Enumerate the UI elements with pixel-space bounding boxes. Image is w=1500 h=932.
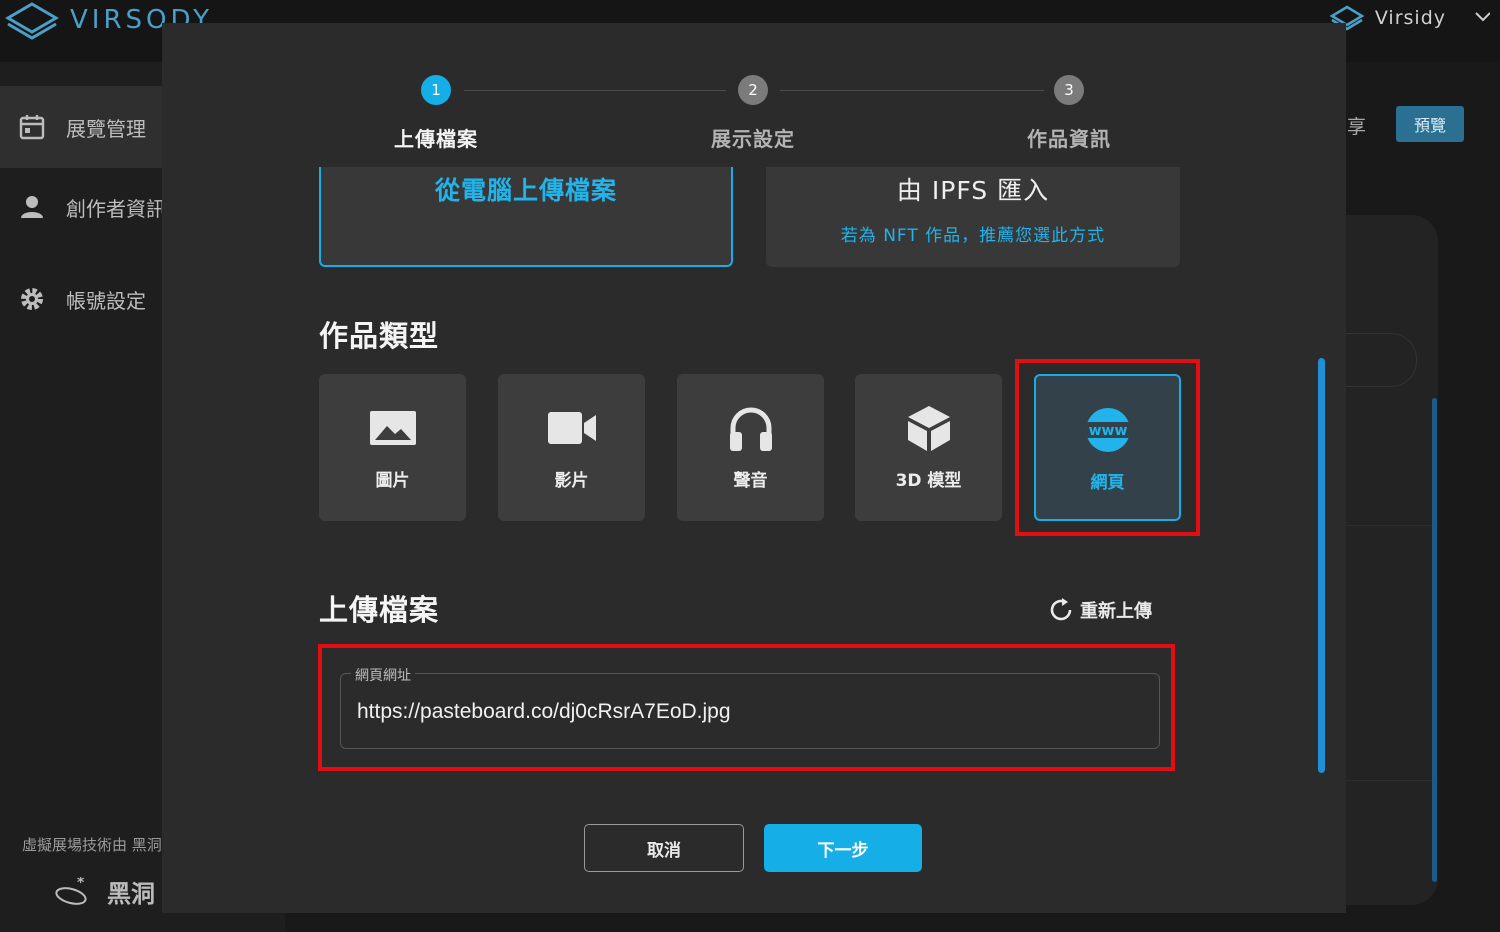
next-step-button[interactable]: 下一步 — [764, 824, 922, 872]
footer-brand-name: 黑洞 — [107, 880, 155, 908]
step-artwork-info: 3 作品資訊 — [969, 75, 1169, 152]
step-label: 作品資訊 — [1027, 127, 1111, 151]
calendar-icon — [18, 113, 46, 141]
sidebar-footer-text: 虛擬展場技術由 黑洞 — [22, 836, 162, 854]
upload-modal: 從電腦上傳檔案 由 IPFS 匯入 若為 NFT 作品，推薦您選此方式 1 上傳… — [162, 23, 1346, 913]
background-divider — [1346, 780, 1438, 781]
step-display-settings: 2 展示設定 — [653, 75, 853, 152]
user-menu[interactable]: Virsidy — [1329, 4, 1490, 32]
cancel-button[interactable]: 取消 — [584, 824, 744, 872]
step-label: 展示設定 — [711, 127, 795, 151]
image-icon — [369, 404, 417, 452]
import-from-ipfs-title: 由 IPFS 匯入 — [896, 176, 1050, 205]
headphones-icon — [728, 404, 774, 452]
step-number: 1 — [421, 75, 451, 105]
sidebar-footer-brand[interactable]: * 黑洞 — [55, 874, 155, 909]
refresh-icon — [1050, 598, 1072, 621]
black-hole-logo-icon: * — [55, 877, 87, 905]
stepper: 1 上傳檔案 2 展示設定 3 作品資訊 — [162, 23, 1346, 163]
svg-text:*: * — [77, 877, 85, 891]
type-label: 圖片 — [375, 471, 410, 491]
gear-icon — [18, 285, 46, 313]
preview-button[interactable]: 預覽 — [1396, 106, 1464, 142]
modal-scrollbar[interactable] — [1318, 358, 1325, 773]
upload-from-computer-title: 從電腦上傳檔案 — [434, 176, 617, 205]
step-label: 上傳檔案 — [394, 127, 478, 151]
type-label: 3D 模型 — [895, 471, 962, 491]
step-upload-file: 1 上傳檔案 — [336, 75, 536, 152]
person-icon — [18, 193, 46, 221]
sidebar-item-label: 創作者資訊 — [66, 196, 166, 221]
type-label: 影片 — [554, 471, 589, 491]
background-divider — [1346, 525, 1438, 526]
type-option-image[interactable]: 圖片 — [319, 374, 466, 521]
reupload-button[interactable]: 重新上傳 — [1048, 597, 1152, 623]
import-from-ipfs-hint: 若為 NFT 作品，推薦您選此方式 — [840, 226, 1106, 246]
type-option-video[interactable]: 影片 — [498, 374, 645, 521]
chevron-down-icon — [1475, 12, 1490, 22]
share-text[interactable]: 享 — [1347, 112, 1366, 139]
cube-icon — [905, 404, 953, 452]
step-number: 3 — [1054, 75, 1084, 105]
highlight-box-url-field — [318, 644, 1175, 771]
type-option-3d-model[interactable]: 3D 模型 — [855, 374, 1002, 521]
upload-from-computer-option[interactable]: 從電腦上傳檔案 — [319, 167, 733, 267]
upload-file-title: 上傳檔案 — [319, 593, 440, 627]
user-name: Virsidy — [1374, 7, 1446, 29]
sidebar-item-label: 展覽管理 — [66, 116, 146, 141]
type-option-audio[interactable]: 聲音 — [677, 374, 824, 521]
step-number: 2 — [738, 75, 768, 105]
type-label: 聲音 — [733, 471, 768, 491]
sidebar-item-label: 帳號設定 — [66, 288, 146, 313]
video-camera-icon — [547, 404, 597, 452]
logo-icon — [5, 2, 59, 40]
reupload-label: 重新上傳 — [1080, 601, 1152, 622]
artwork-type-title: 作品類型 — [319, 319, 440, 353]
import-from-ipfs-option[interactable]: 由 IPFS 匯入 若為 NFT 作品，推薦您選此方式 — [766, 167, 1180, 267]
background-scrollbar[interactable] — [1432, 398, 1437, 882]
highlight-box-webpage-type — [1015, 359, 1200, 536]
